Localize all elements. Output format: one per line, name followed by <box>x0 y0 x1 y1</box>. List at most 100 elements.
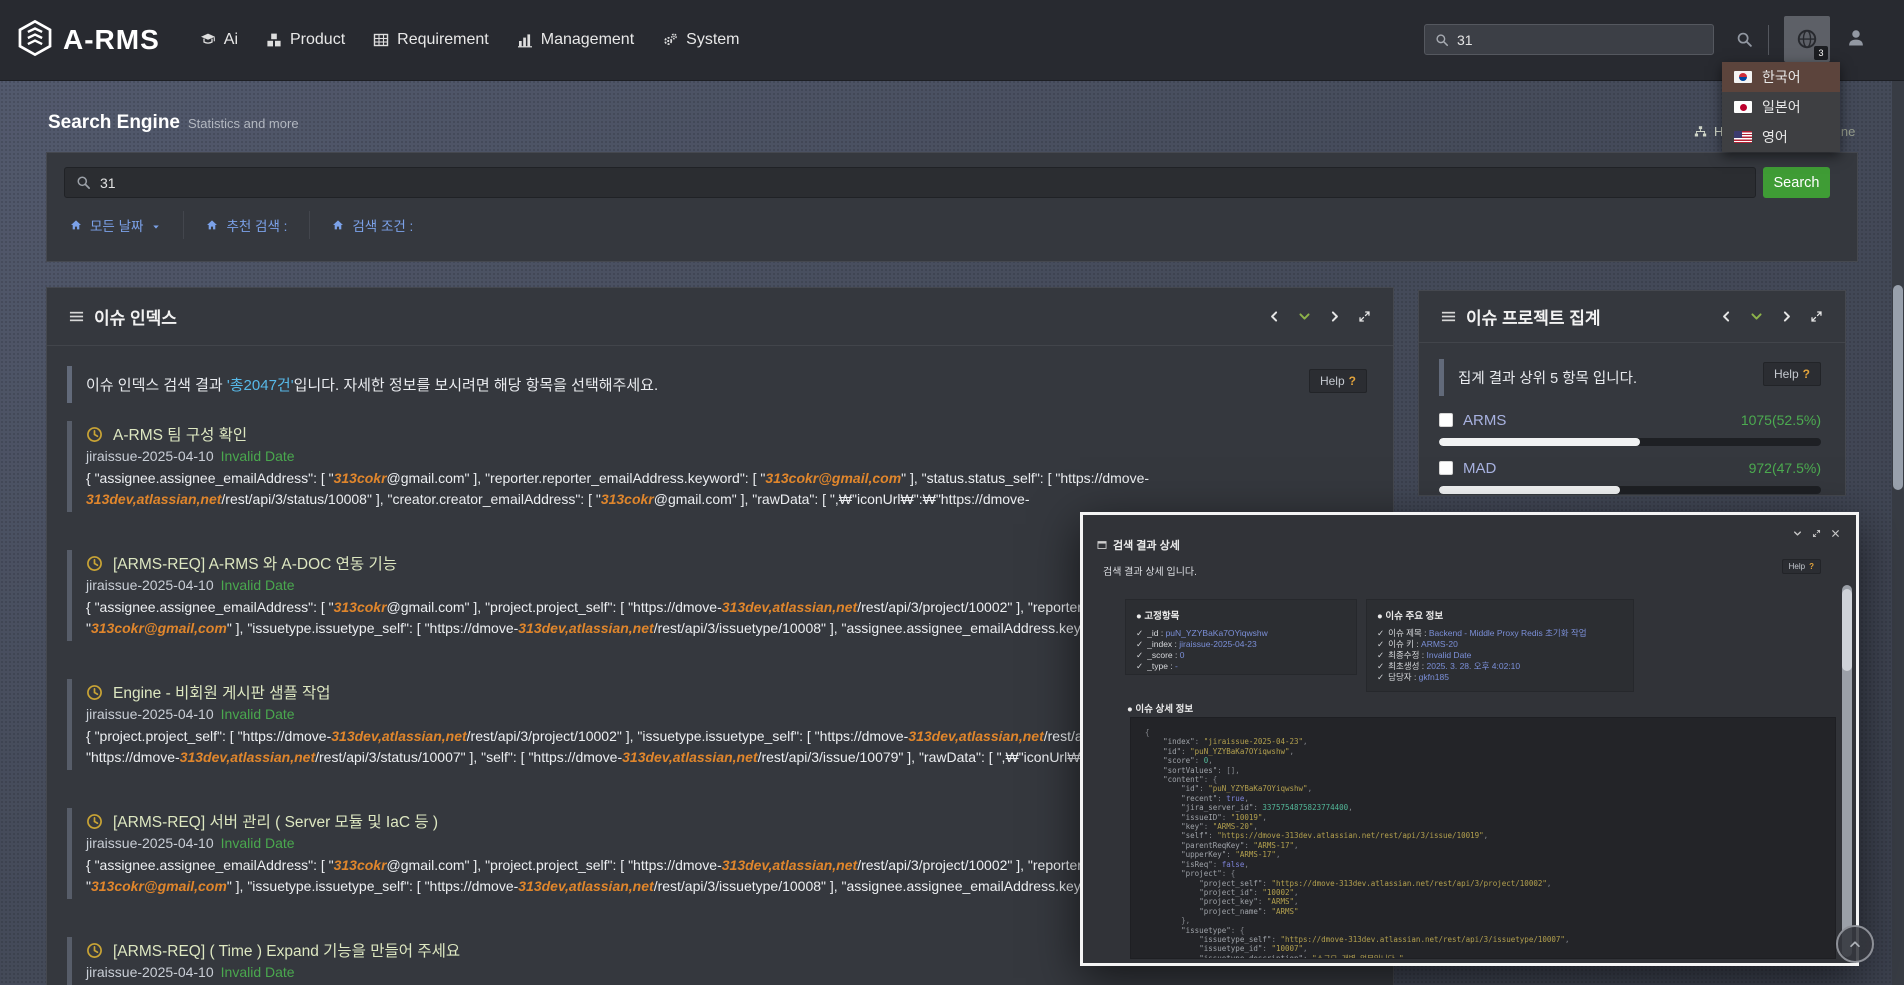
language-count-badge: 3 <box>1814 46 1828 60</box>
page-scrollbar[interactable] <box>1892 80 1904 985</box>
modal-field: ✓_score : 0 <box>1136 650 1346 661</box>
language-dropdown: 한국어일본어영어 <box>1722 62 1840 152</box>
panel-controls <box>1720 310 1823 323</box>
issue-summary-panel: ● 이슈 주요 정보 ✓이슈 제목 : Backend - Middle Pro… <box>1366 599 1634 692</box>
modal-scrollbar-thumb[interactable] <box>1842 589 1852 671</box>
modal-scrollbar[interactable] <box>1842 585 1852 957</box>
project-checkbox[interactable] <box>1439 413 1453 427</box>
modal-field: ✓_id : puN_YZYBaKa7OYiqwshw <box>1136 628 1346 639</box>
flag-kr-icon <box>1734 71 1752 83</box>
check-icon: ✓ <box>1136 650 1143 660</box>
invalid-date-label: Invalid Date <box>221 835 295 851</box>
main-menu: Ai Product Requirement Management System <box>200 31 740 49</box>
search-filter-1[interactable]: 추천 검색 : <box>183 211 309 239</box>
issue-detail-json: { "index": "jiraissue-2025-04-23", "id":… <box>1130 717 1836 959</box>
window-icon <box>1097 540 1107 550</box>
panel-control-chevron-left[interactable] <box>1268 310 1281 323</box>
search-detail-modal: 검색 결과 상세 검색 결과 상세 입니다. Help? ● 고정항목 ✓_id… <box>1080 512 1859 966</box>
nav-item-management[interactable]: Management <box>517 31 634 49</box>
search-button[interactable]: Search <box>1763 167 1830 198</box>
modal-close-button[interactable] <box>1831 525 1840 543</box>
project-count: 1075(52.5%) <box>1741 412 1821 428</box>
modal-controls <box>1793 525 1840 543</box>
issue-title-link[interactable]: [ARMS-REQ] 서버 관리 ( Server 모듈 및 IaC 등 ) <box>113 810 438 832</box>
check-icon: ✓ <box>1136 639 1143 649</box>
invalid-date-label: Invalid Date <box>221 577 295 593</box>
issue-title-link[interactable]: A-RMS 팀 구성 확인 <box>113 423 247 445</box>
aggregate-row: ARMS 1075(52.5%) <box>1439 408 1821 432</box>
nav-item-ai[interactable]: Ai <box>200 31 238 49</box>
check-icon: ✓ <box>1377 672 1384 682</box>
search-filter-0[interactable]: 모든 날짜 <box>64 211 183 239</box>
search-filter-2[interactable]: 검색 조건 : <box>309 211 435 239</box>
caret-down-icon <box>151 220 161 230</box>
navbar-search-box <box>1424 24 1714 55</box>
home-icon <box>206 219 218 231</box>
check-icon: ✓ <box>1136 661 1143 671</box>
page-scrollbar-thumb[interactable] <box>1893 285 1903 490</box>
issue-title-link[interactable]: [ARMS-REQ] A-RMS 와 A-DOC 연동 기능 <box>113 552 397 574</box>
issue-meta: jiraissue-2025-04-10Invalid Date <box>86 964 1393 984</box>
panel-controls <box>1268 310 1371 323</box>
modal-titlebar: 검색 결과 상세 <box>1097 537 1180 553</box>
search-icon <box>1435 33 1449 47</box>
language-button[interactable]: 3 <box>1784 16 1830 62</box>
page-title: Search Engine <box>48 112 180 133</box>
invalid-date-label: Invalid Date <box>221 964 295 980</box>
modal-info: 검색 결과 상세 입니다. Help? <box>1103 563 1827 578</box>
lang-option-jp[interactable]: 일본어 <box>1722 92 1840 122</box>
bar-chart-icon <box>517 32 533 48</box>
panel-control-chevron-left[interactable] <box>1720 310 1733 323</box>
help-button[interactable]: Help? <box>1309 369 1367 393</box>
project-checkbox[interactable] <box>1439 461 1453 475</box>
help-button[interactable]: Help? <box>1782 559 1821 574</box>
app-logo[interactable]: A-RMS <box>16 19 160 62</box>
lang-option-kr[interactable]: 한국어 <box>1722 62 1840 92</box>
project-progress-track <box>1439 438 1821 446</box>
user-icon[interactable] <box>1846 28 1866 48</box>
scroll-to-top-button[interactable] <box>1836 925 1874 963</box>
navbar-divider <box>1768 25 1769 55</box>
project-progress-fill <box>1439 438 1640 446</box>
navbar-search-button[interactable] <box>1736 31 1753 48</box>
search-input[interactable] <box>100 175 1744 191</box>
panel-control-expand[interactable] <box>1810 310 1823 323</box>
modal-chevron-down-button[interactable] <box>1793 525 1802 543</box>
check-icon: ✓ <box>1377 661 1384 671</box>
project-aggregate-panel: 이슈 프로젝트 집계 집계 결과 상위 5 항목 입니다. Help? ARMS… <box>1418 290 1846 496</box>
aggregate-header: 이슈 프로젝트 집계 <box>1419 291 1845 343</box>
flag-us-icon <box>1734 131 1752 143</box>
check-icon: ✓ <box>1136 628 1143 638</box>
issue-title-link[interactable]: Engine - 비회원 게시판 샘플 작업 <box>113 681 331 703</box>
panel-title: 이슈 프로젝트 집계 <box>1441 304 1601 329</box>
panel-control-chevron-down[interactable] <box>1750 310 1763 323</box>
chevron-up-icon <box>1848 937 1862 951</box>
panel-control-chevron-right[interactable] <box>1780 310 1793 323</box>
modal-expand-button[interactable] <box>1812 525 1821 543</box>
check-icon: ✓ <box>1377 628 1384 638</box>
clock-icon <box>86 426 103 443</box>
help-button[interactable]: Help? <box>1763 362 1821 386</box>
panel-control-expand[interactable] <box>1358 310 1371 323</box>
fixed-fields-panel: ● 고정항목 ✓_id : puN_YZYBaKa7OYiqwshw✓_inde… <box>1125 599 1357 675</box>
project-label[interactable]: MAD <box>1463 460 1496 477</box>
project-label[interactable]: ARMS <box>1463 412 1506 429</box>
modal-field: ✓이슈 키 : ARMS-20 <box>1377 639 1623 650</box>
nav-item-system[interactable]: System <box>662 31 739 49</box>
panel-title: 이슈 인덱스 <box>69 304 177 329</box>
navbar-search-input[interactable] <box>1457 32 1703 48</box>
issue-title-link[interactable]: [ARMS-REQ] ( Time ) Expand 기능을 만들어 주세요 <box>113 939 460 961</box>
issue-json-preview: { "assignee.assignee_emailAddress": [ "3… <box>86 468 1393 489</box>
clock-icon <box>86 684 103 701</box>
gears-icon <box>662 32 678 48</box>
nav-item-product[interactable]: Product <box>266 31 345 49</box>
modal-field: ✓담당자 : gkfn185 <box>1377 672 1623 683</box>
fixed-fields-title: ● 고정항목 <box>1136 608 1346 622</box>
panel-control-chevron-down[interactable] <box>1298 310 1311 323</box>
invalid-date-label: Invalid Date <box>221 448 295 464</box>
lang-option-us[interactable]: 영어 <box>1722 122 1840 152</box>
grad-cap-icon <box>200 32 216 48</box>
nav-item-requirement[interactable]: Requirement <box>373 31 489 49</box>
search-box <box>64 167 1756 198</box>
panel-control-chevron-right[interactable] <box>1328 310 1341 323</box>
